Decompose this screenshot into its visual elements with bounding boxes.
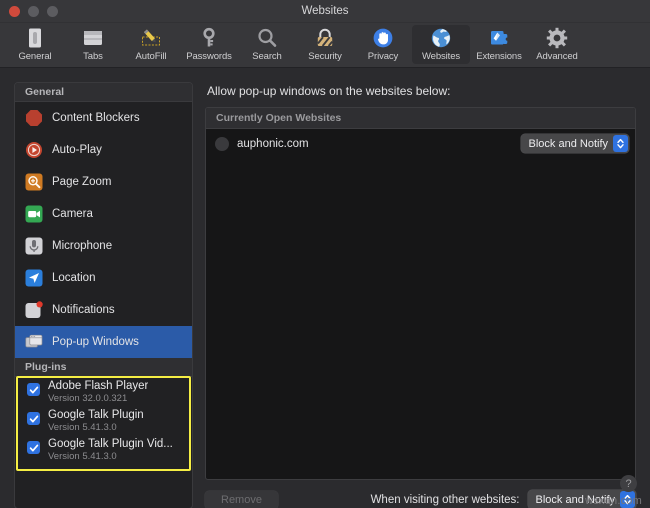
search-icon [255, 26, 279, 50]
favicon-placeholder-icon [215, 136, 229, 151]
plugin-text: Adobe Flash Player Version 32.0.0.321 [48, 380, 148, 405]
toolbar-label: Privacy [367, 51, 399, 62]
content-blockers-icon [24, 109, 43, 128]
toolbar-label: Websites [421, 51, 461, 62]
plugin-row[interactable]: Google Talk Plugin Version 5.41.3.0 [15, 406, 192, 435]
sidebar-group-plugins: Plug-ins [15, 358, 192, 377]
sidebar-item-popup-windows[interactable]: Pop-up Windows [15, 326, 192, 358]
plugin-row[interactable]: Google Talk Plugin Vid... Version 5.41.3… [15, 435, 192, 464]
plugin-text: Google Talk Plugin Version 5.41.3.0 [48, 409, 144, 434]
autofill-icon [139, 26, 163, 50]
website-setting-dropdown[interactable]: Block and Notify [520, 134, 629, 153]
sidebar-item-camera[interactable]: Camera [15, 198, 192, 230]
general-icon [23, 26, 47, 50]
websites-list: Currently Open Websites auphonic.com Blo… [205, 107, 636, 480]
popup-windows-icon [24, 333, 43, 352]
plugin-version: Version 5.41.3.0 [48, 422, 117, 433]
sidebar-item-label: Page Zoom [52, 176, 112, 188]
website-setting-value: Block and Notify [528, 137, 608, 150]
toolbar-item-privacy[interactable]: Privacy [354, 25, 412, 64]
microphone-icon [24, 237, 43, 256]
sidebar-item-notifications[interactable]: Notifications [15, 294, 192, 326]
sidebar-item-auto-play[interactable]: Auto-Play [15, 134, 192, 166]
plugin-checkbox[interactable] [27, 441, 40, 454]
preferences-body: General Content Blockers Auto-Play Page … [0, 68, 650, 508]
plugin-name: Google Talk Plugin [48, 409, 144, 421]
camera-icon [24, 205, 43, 224]
window-title: Websites [301, 5, 349, 17]
notifications-icon [24, 301, 43, 320]
plugin-checkbox[interactable] [27, 412, 40, 425]
auto-play-icon [24, 141, 43, 160]
location-icon [24, 269, 43, 288]
toolbar-item-search[interactable]: Search [238, 25, 296, 64]
sidebar-item-label: Content Blockers [52, 112, 140, 124]
toolbar-item-autofill[interactable]: AutoFill [122, 25, 180, 64]
sidebar-item-microphone[interactable]: Microphone [15, 230, 192, 262]
security-icon [313, 26, 337, 50]
toolbar-item-tabs[interactable]: Tabs [64, 25, 122, 64]
window-footer: ? wsxdn.com [0, 475, 650, 508]
page-zoom-icon [24, 173, 43, 192]
main-caption: Allow pop-up windows on the websites bel… [207, 84, 451, 98]
plugin-checkbox[interactable] [27, 383, 40, 396]
websites-sidebar: General Content Blockers Auto-Play Page … [14, 82, 193, 508]
toolbar-item-extensions[interactable]: Extensions [470, 25, 528, 64]
chevron-updown-icon [613, 135, 628, 152]
toolbar-label: General [18, 51, 52, 62]
preferences-window: Websites General Tabs AutoFill Passwords… [0, 0, 650, 508]
sidebar-item-label: Auto-Play [52, 144, 102, 156]
sidebar-item-content-blockers[interactable]: Content Blockers [15, 102, 192, 134]
toolbar-item-websites[interactable]: Websites [412, 25, 470, 64]
privacy-icon [371, 26, 395, 50]
plugin-text: Google Talk Plugin Vid... Version 5.41.3… [48, 438, 173, 463]
toolbar-item-advanced[interactable]: Advanced [528, 25, 586, 64]
toolbar-label: Extensions [476, 51, 522, 62]
toolbar-item-security[interactable]: Security [296, 25, 354, 64]
toolbar-item-general[interactable]: General [6, 25, 64, 64]
checkmark-icon [29, 386, 38, 393]
sidebar-item-label: Microphone [52, 240, 113, 252]
plugin-version: Version 5.41.3.0 [48, 451, 117, 462]
websites-icon [429, 26, 453, 50]
sidebar-item-label: Camera [52, 208, 93, 220]
help-button[interactable]: ? [620, 475, 637, 492]
toolbar-label: Advanced [536, 51, 578, 62]
tabs-icon [81, 26, 105, 50]
sidebar-item-label: Pop-up Windows [52, 336, 139, 348]
plugin-row[interactable]: Adobe Flash Player Version 32.0.0.321 [15, 377, 192, 406]
preferences-toolbar: General Tabs AutoFill Passwords Search S… [0, 23, 650, 68]
toolbar-item-passwords[interactable]: Passwords [180, 25, 238, 64]
toolbar-label: Security [308, 51, 342, 62]
sidebar-item-location[interactable]: Location [15, 262, 192, 294]
checkmark-icon [29, 444, 38, 451]
list-section-header: Currently Open Websites [206, 108, 635, 129]
toolbar-label: Tabs [83, 51, 103, 62]
websites-main-pane: Allow pop-up windows on the websites bel… [205, 82, 636, 508]
toolbar-label: Passwords [186, 51, 232, 62]
advanced-icon [545, 26, 569, 50]
passwords-icon [197, 26, 221, 50]
sidebar-item-label: Location [52, 272, 96, 284]
checkmark-icon [29, 415, 38, 422]
plugin-version: Version 32.0.0.321 [48, 393, 128, 404]
extensions-icon [487, 26, 511, 50]
website-row[interactable]: auphonic.com Block and Notify [206, 129, 635, 158]
sidebar-item-label: Notifications [52, 304, 115, 316]
plugin-name: Adobe Flash Player [48, 380, 149, 392]
toolbar-label: Search [252, 51, 282, 62]
titlebar: Websites [0, 0, 650, 23]
sidebar-group-general: General [15, 83, 192, 102]
website-name: auphonic.com [237, 137, 309, 150]
sidebar-item-page-zoom[interactable]: Page Zoom [15, 166, 192, 198]
watermark: wsxdn.com [585, 495, 642, 507]
plugin-name: Google Talk Plugin Vid... [48, 438, 173, 450]
toolbar-label: AutoFill [135, 51, 167, 62]
